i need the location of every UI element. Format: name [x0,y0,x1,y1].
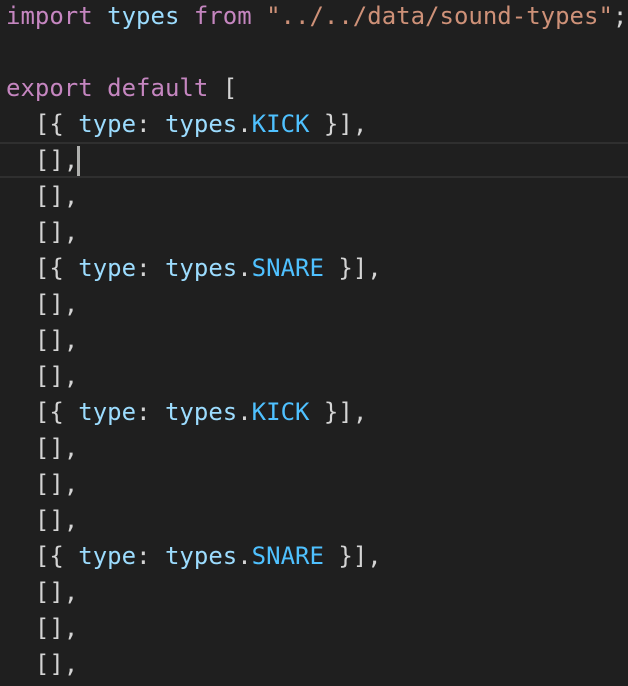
empty-step: [], [34,614,79,642]
empty-step: [], [34,290,79,318]
code-line-blank[interactable] [6,34,628,70]
code-area[interactable]: import types from "../../data/sound-type… [6,0,628,682]
empty-step: [], [34,182,79,210]
dot: . [237,110,252,138]
code-line-step-empty[interactable]: [], [6,610,628,646]
empty-step: [], [34,362,79,390]
empty-step: [], [34,650,79,678]
import-keyword: import [6,2,93,30]
property-key: type [78,398,137,426]
code-line-step-empty[interactable]: [], [6,358,628,394]
code-line-step-empty[interactable]: [], [6,574,628,610]
default-keyword: default [107,74,209,102]
code-line-step-empty[interactable]: [], [6,502,628,538]
colon: : [136,542,165,570]
sound-type-constant: SNARE [251,254,324,282]
open-bracket-brace: [{ [34,542,79,570]
colon: : [136,398,165,426]
close-brace-bracket: }], [309,110,368,138]
code-line-step-kick[interactable]: [{ type: types.KICK }], [6,106,628,142]
sound-type-constant: KICK [251,110,310,138]
code-editor[interactable]: import types from "../../data/sound-type… [0,0,628,686]
import-identifier: types [107,2,180,30]
code-line-step-empty[interactable]: [], [6,178,628,214]
code-line-step-empty[interactable]: [], [6,214,628,250]
sound-type-constant: SNARE [251,542,324,570]
code-line-step-empty[interactable]: [], [6,646,628,682]
empty-step: [], [34,218,79,246]
types-reference: types [164,110,238,138]
code-line-step-empty[interactable]: [], [6,430,628,466]
text-cursor [77,146,81,176]
open-bracket-brace: [{ [34,254,79,282]
from-keyword: from [193,2,252,30]
code-line-step-empty[interactable]: [], [6,466,628,502]
empty-step: [], [34,470,79,498]
colon: : [136,110,165,138]
code-line-step-snare[interactable]: [{ type: types.SNARE }], [6,250,628,286]
empty-step: [], [34,506,79,534]
property-key: type [78,110,137,138]
types-reference: types [164,542,238,570]
property-key: type [78,254,137,282]
code-line-export[interactable]: export default [ [6,70,628,106]
close-brace-bracket: }], [323,542,382,570]
close-brace-bracket: }], [309,398,368,426]
array-open-bracket: [ [222,74,238,102]
empty-step: [], [34,578,79,606]
export-keyword: export [6,74,93,102]
sound-type-constant: KICK [251,398,310,426]
close-brace-bracket: }], [323,254,382,282]
dot: . [237,254,252,282]
property-key: type [78,542,137,570]
pattern-rows: [{ type: types.KICK }], [], [], [], [{ t… [6,106,628,682]
types-reference: types [164,254,238,282]
open-bracket-brace: [{ [34,110,79,138]
import-path-string: "../../data/sound-types" [266,2,613,30]
colon: : [136,254,165,282]
empty-step: [], [34,326,79,354]
empty-step: [], [34,146,79,174]
code-line-import[interactable]: import types from "../../data/sound-type… [6,0,628,34]
types-reference: types [164,398,238,426]
semicolon: ; [612,2,628,30]
dot: . [237,542,252,570]
code-line-step-snare[interactable]: [{ type: types.SNARE }], [6,538,628,574]
open-bracket-brace: [{ [34,398,79,426]
code-line-step-empty[interactable]: [], [6,322,628,358]
dot: . [237,398,252,426]
code-line-step-kick[interactable]: [{ type: types.KICK }], [6,394,628,430]
code-line-step-empty[interactable]: [], [6,286,628,322]
code-line-step-empty[interactable]: [], [0,142,628,178]
empty-step: [], [34,434,79,462]
